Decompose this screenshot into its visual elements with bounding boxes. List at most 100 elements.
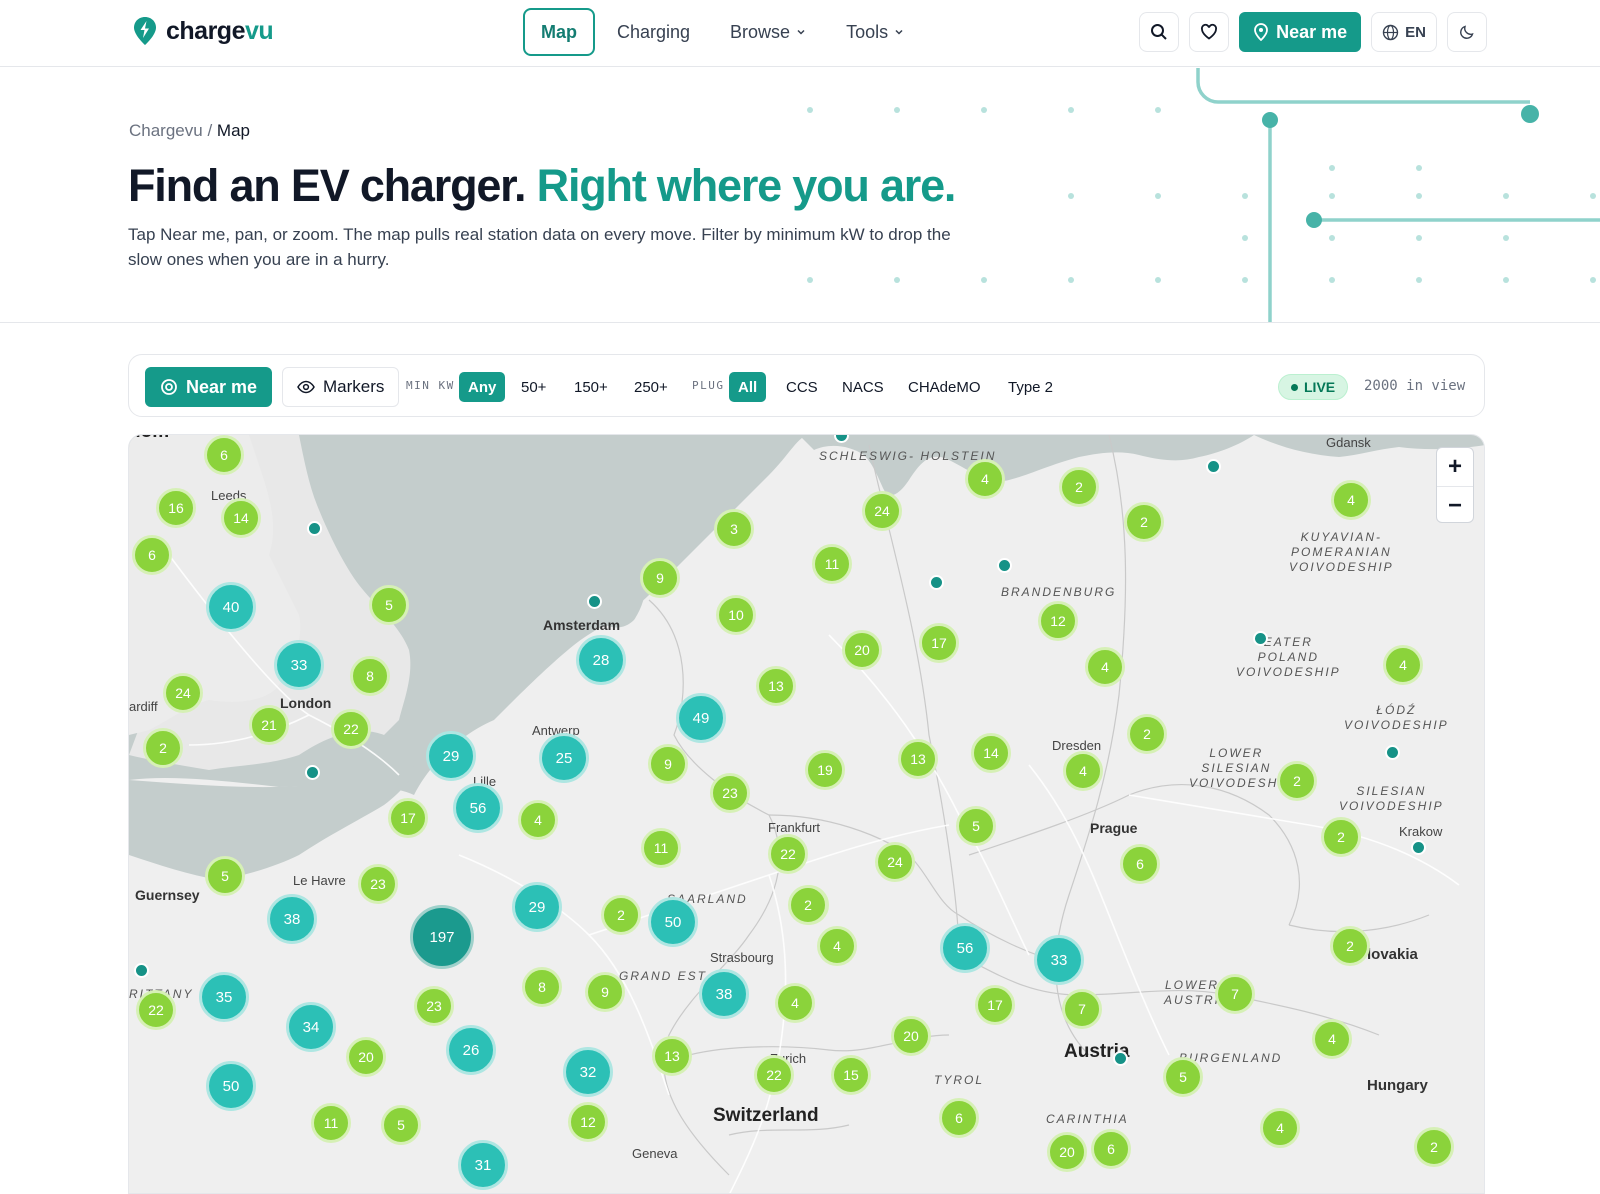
cluster-marker[interactable]: 24 [862, 491, 902, 531]
plug-chip-chademo[interactable]: CHAdeMO [899, 372, 990, 402]
cluster-marker[interactable]: 4 [1063, 751, 1103, 791]
zoom-out-button[interactable]: − [1437, 486, 1473, 524]
nav-charging[interactable]: Charging [599, 8, 708, 56]
station-marker[interactable] [134, 963, 149, 978]
cluster-marker[interactable]: 4 [1331, 480, 1371, 520]
cluster-marker[interactable]: 14 [971, 733, 1011, 773]
cluster-marker[interactable]: 23 [358, 864, 398, 904]
cluster-marker[interactable]: 26 [446, 1025, 496, 1075]
cluster-marker[interactable]: 6 [132, 535, 172, 575]
cluster-marker[interactable]: 56 [453, 783, 503, 833]
cluster-marker[interactable]: 12 [568, 1102, 608, 1142]
cluster-marker[interactable]: 4 [965, 459, 1005, 499]
cluster-marker[interactable]: 6 [1091, 1129, 1131, 1169]
station-marker[interactable] [1206, 459, 1221, 474]
cluster-marker[interactable]: 50 [206, 1061, 256, 1111]
cluster-marker[interactable]: 33 [1034, 935, 1084, 985]
cluster-marker[interactable]: 49 [676, 693, 726, 743]
cluster-marker[interactable]: 20 [1047, 1132, 1087, 1172]
cluster-marker[interactable]: 5 [1163, 1057, 1203, 1097]
cluster-marker[interactable]: 23 [710, 773, 750, 813]
cluster-marker[interactable]: 29 [512, 882, 562, 932]
nav-browse[interactable]: Browse [712, 8, 824, 56]
cluster-marker[interactable]: 20 [346, 1037, 386, 1077]
cluster-marker[interactable]: 2 [601, 895, 641, 935]
language-button[interactable]: EN [1371, 12, 1437, 52]
cluster-marker[interactable]: 2 [143, 728, 183, 768]
cluster-marker[interactable]: 8 [522, 967, 562, 1007]
cluster-marker[interactable]: 40 [206, 582, 256, 632]
kw-chip-250[interactable]: 250+ [625, 372, 677, 402]
cluster-marker[interactable]: 33 [274, 640, 324, 690]
cluster-marker[interactable]: 25 [539, 733, 589, 783]
cluster-marker[interactable]: 31 [458, 1140, 508, 1190]
theme-toggle-button[interactable] [1447, 12, 1487, 52]
cluster-marker[interactable]: 7 [1215, 974, 1255, 1014]
near-me-button[interactable]: Near me [1239, 12, 1362, 52]
kw-chip-any[interactable]: Any [459, 372, 506, 402]
cluster-marker[interactable]: 32 [563, 1047, 613, 1097]
cluster-marker[interactable]: 2 [1127, 714, 1167, 754]
cluster-marker[interactable]: 29 [426, 731, 476, 781]
markers-toggle[interactable]: Markers [282, 367, 400, 407]
cluster-marker[interactable]: 5 [205, 856, 245, 896]
cluster-marker[interactable]: 17 [919, 623, 959, 663]
cluster-marker[interactable]: 4 [1260, 1108, 1300, 1148]
station-marker[interactable] [1411, 840, 1426, 855]
cluster-marker[interactable]: 11 [311, 1103, 351, 1143]
station-marker[interactable] [997, 558, 1012, 573]
cluster-marker[interactable]: 3 [714, 509, 754, 549]
plug-chip-all[interactable]: All [729, 372, 767, 402]
kw-chip-50[interactable]: 50+ [512, 372, 555, 402]
cluster-marker[interactable]: 11 [812, 544, 852, 584]
cluster-marker[interactable]: 10 [716, 595, 756, 635]
cluster-marker[interactable]: 22 [136, 990, 176, 1030]
brand-logo[interactable]: chargevu [132, 16, 274, 46]
nav-tools[interactable]: Tools [828, 8, 922, 56]
cluster-marker[interactable]: 21 [249, 705, 289, 745]
cluster-marker[interactable]: 24 [875, 842, 915, 882]
cluster-marker[interactable]: 2 [788, 885, 828, 925]
cluster-marker[interactable]: 2 [1124, 502, 1164, 542]
cluster-marker[interactable]: 4 [817, 926, 857, 966]
cluster-marker[interactable]: 5 [381, 1105, 421, 1145]
cluster-marker[interactable]: 14 [221, 498, 261, 538]
cluster-marker[interactable]: 2 [1414, 1127, 1454, 1167]
cluster-marker[interactable]: 2 [1277, 761, 1317, 801]
cluster-marker[interactable]: 12 [1038, 601, 1078, 641]
station-marker[interactable] [929, 575, 944, 590]
cluster-marker[interactable]: 11 [641, 828, 681, 868]
cluster-marker[interactable]: 15 [831, 1055, 871, 1095]
cluster-marker[interactable]: 4 [1383, 645, 1423, 685]
cluster-marker[interactable]: 9 [640, 558, 680, 598]
cluster-marker[interactable]: 5 [369, 585, 409, 625]
cluster-marker[interactable]: 197 [410, 905, 474, 969]
station-marker[interactable] [1113, 1051, 1128, 1066]
cluster-marker[interactable]: 16 [156, 488, 196, 528]
search-button[interactable] [1139, 12, 1180, 52]
cluster-marker[interactable]: 28 [576, 635, 626, 685]
cluster-marker[interactable]: 38 [699, 969, 749, 1019]
cluster-marker[interactable]: 9 [585, 972, 625, 1012]
cluster-marker[interactable]: 4 [1085, 647, 1125, 687]
station-marker[interactable] [307, 521, 322, 536]
breadcrumb-root[interactable]: Chargevu [129, 121, 203, 140]
cluster-marker[interactable]: 6 [1120, 844, 1160, 884]
cluster-marker[interactable]: 22 [754, 1055, 794, 1095]
station-marker[interactable] [1385, 745, 1400, 760]
plug-chip-ccs[interactable]: CCS [777, 372, 827, 402]
plug-chip-type2[interactable]: Type 2 [999, 372, 1062, 402]
cluster-marker[interactable]: 4 [775, 983, 815, 1023]
near-me-filter-button[interactable]: Near me [145, 367, 273, 407]
nav-map[interactable]: Map [523, 8, 595, 56]
favorites-button[interactable] [1189, 12, 1230, 52]
cluster-marker[interactable]: 2 [1059, 467, 1099, 507]
cluster-marker[interactable]: 38 [267, 894, 317, 944]
cluster-marker[interactable]: 22 [331, 709, 371, 749]
cluster-marker[interactable]: 2 [1321, 817, 1361, 857]
cluster-marker[interactable]: 34 [286, 1002, 336, 1052]
cluster-marker[interactable]: 35 [199, 972, 249, 1022]
cluster-marker[interactable]: 17 [388, 798, 428, 838]
cluster-marker[interactable]: 50 [648, 897, 698, 947]
cluster-marker[interactable]: 8 [350, 656, 390, 696]
